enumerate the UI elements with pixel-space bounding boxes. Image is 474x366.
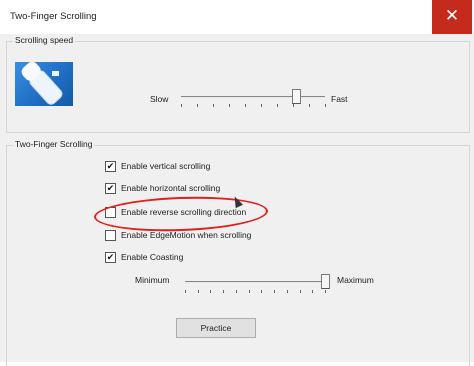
enable-horizontal-scrolling-checkbox[interactable]: ✔ — [105, 183, 116, 194]
enable-horizontal-scrolling-label: Enable horizontal scrolling — [121, 183, 221, 193]
slider-tick — [197, 104, 198, 107]
slider-tick — [277, 104, 278, 107]
coasting-slider-thumb[interactable] — [321, 274, 330, 289]
slider-tick — [213, 104, 214, 107]
coasting-slider-track[interactable] — [185, 281, 325, 283]
speed-fast-label: Fast — [331, 94, 348, 104]
enable-vertical-scrolling-label: Enable vertical scrolling — [121, 161, 211, 171]
two-finger-scroll-icon — [15, 62, 73, 106]
slider-tick — [309, 104, 310, 107]
slider-tick — [245, 104, 246, 107]
enable-coasting-label: Enable Coasting — [121, 252, 184, 262]
enable-edgemotion-checkbox[interactable] — [105, 230, 116, 241]
enable-edgemotion-label: Enable EdgeMotion when scrolling — [121, 230, 252, 240]
scrolling-speed-group: Scrolling speed Slow Fast — [6, 35, 470, 133]
slider-tick — [293, 104, 294, 107]
slider-tick — [312, 290, 313, 293]
slider-tick — [249, 290, 250, 293]
title-bar: Two-Finger Scrolling ✕ — [0, 0, 474, 34]
slider-tick — [198, 290, 199, 293]
slider-tick — [287, 290, 288, 293]
close-button[interactable]: ✕ — [432, 0, 472, 34]
enable-vertical-scrolling-checkbox[interactable]: ✔ — [105, 161, 116, 172]
practice-button[interactable]: Practice — [176, 318, 256, 338]
coasting-minimum-label: Minimum — [135, 275, 170, 285]
enable-coasting-checkbox[interactable]: ✔ — [105, 252, 116, 263]
slider-tick — [261, 104, 262, 107]
close-icon: ✕ — [444, 6, 460, 25]
slider-tick — [181, 104, 182, 107]
slider-tick — [185, 290, 186, 293]
two-finger-scrolling-group-label: Two-Finger Scrolling — [13, 139, 95, 149]
slider-tick — [223, 290, 224, 293]
slider-tick — [325, 104, 326, 107]
slider-tick — [236, 290, 237, 293]
speed-slider-thumb[interactable] — [292, 89, 301, 104]
slider-tick — [261, 290, 262, 293]
scrolling-speed-group-label: Scrolling speed — [13, 35, 76, 45]
slider-tick — [325, 290, 326, 293]
slider-tick — [274, 290, 275, 293]
slider-tick — [229, 104, 230, 107]
speed-slider-track[interactable] — [181, 96, 325, 98]
coasting-maximum-label: Maximum — [337, 275, 374, 285]
two-finger-scrolling-window: Two-Finger Scrolling ✕ Scrolling speed S… — [0, 0, 474, 366]
window-title: Two-Finger Scrolling — [10, 11, 97, 22]
speed-slow-label: Slow — [150, 94, 169, 104]
slider-tick — [210, 290, 211, 293]
slider-tick — [300, 290, 301, 293]
